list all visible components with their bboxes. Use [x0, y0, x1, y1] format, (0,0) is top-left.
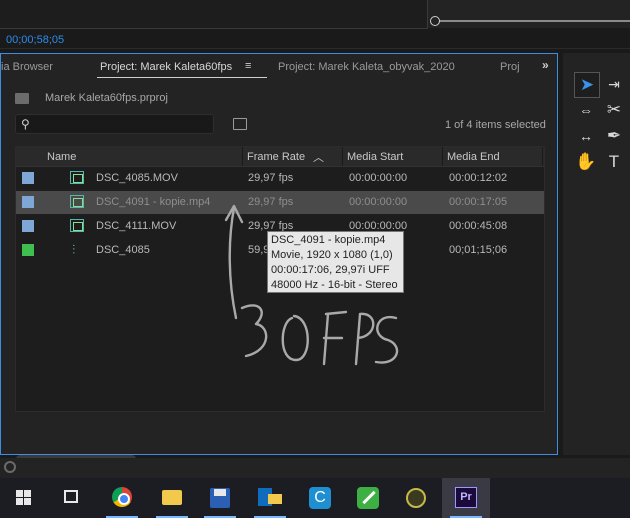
tools-panel: ➤ ⇥ ⇔ ✂ ↔ ✒ ✋ T [563, 53, 630, 455]
video-clip-icon [70, 195, 84, 208]
item-media-end: 00:00:45:08 [449, 220, 508, 232]
item-frame-rate: 29,97 fps [248, 172, 294, 184]
tab-menu-icon[interactable]: ≡ [245, 60, 251, 72]
file-explorer-icon[interactable] [148, 478, 196, 518]
selection-count: 1 of 4 items selected [445, 119, 546, 131]
premiere-pro-icon[interactable]: Pr [442, 478, 490, 518]
timecode-display[interactable]: 00;00;58;05 [6, 34, 64, 46]
program-monitor [0, 0, 428, 29]
panel-tabs: ia Browser Project: Marek Kaleta60fps ≡ … [1, 54, 557, 80]
item-name: DSC_4091 - kopie.mp4 [96, 196, 211, 208]
tooltip-line: DSC_4091 - kopie.mp4 [271, 234, 386, 246]
windows-start-icon[interactable] [0, 478, 48, 518]
task-view-icon[interactable] [48, 478, 96, 518]
column-separator[interactable] [242, 147, 243, 166]
green-app-icon[interactable] [344, 478, 392, 518]
item-media-end: 00:00:17:05 [449, 196, 508, 208]
item-name: DSC_4085 [96, 244, 150, 256]
hand-tool-icon[interactable]: ✋ [574, 150, 598, 174]
find-bin-icon[interactable] [233, 118, 247, 130]
tab-project-more[interactable]: Proj [500, 61, 520, 73]
label-color-swatch[interactable] [22, 196, 34, 208]
item-media-end: 00;01;15;06 [449, 244, 508, 256]
project-file-icon [15, 93, 29, 104]
timeline-ruler[interactable] [434, 20, 630, 22]
tabs-overflow-icon[interactable]: » [542, 58, 549, 72]
list-header: Name Frame Rate ︿ Media Start Media End [16, 147, 544, 167]
video-clip-icon [70, 219, 84, 232]
tab-project-60fps[interactable]: Project: Marek Kaleta60fps [100, 61, 232, 73]
timeline-panel-top [428, 0, 630, 28]
tooltip-line: 48000 Hz - 16-bit - Stereo [271, 279, 398, 291]
item-name: DSC_4111.MOV [96, 220, 177, 232]
tooltip-line: 00:00:17:06, 29,97i UFF [271, 264, 390, 276]
column-name[interactable]: Name [47, 151, 76, 163]
ripple-edit-tool-icon[interactable]: ⇔ [574, 98, 598, 122]
tab-media-browser[interactable]: ia Browser [1, 61, 53, 73]
active-tab-underline [97, 77, 267, 78]
label-color-swatch[interactable] [22, 220, 34, 232]
creative-cloud-icon[interactable] [4, 461, 16, 473]
track-select-tool-icon[interactable]: ⇥ [602, 72, 626, 96]
razor-tool-icon[interactable]: ✂ [602, 98, 626, 122]
column-separator[interactable] [342, 147, 343, 166]
clip-info-tooltip: DSC_4091 - kopie.mp4 Movie, 1920 x 1080 … [267, 231, 404, 293]
tooltip-line: Movie, 1920 x 1080 (1,0) [271, 249, 393, 261]
windows-taskbar: C Pr [0, 478, 630, 518]
panel-divider [0, 48, 630, 49]
selection-tool-icon[interactable]: ➤ [574, 72, 600, 98]
label-color-swatch[interactable] [22, 172, 34, 184]
chrome-icon[interactable] [98, 478, 146, 518]
column-separator[interactable] [542, 147, 543, 166]
column-frame-rate[interactable]: Frame Rate [247, 151, 305, 163]
tab-project-obyvak[interactable]: Project: Marek Kaleta_obyvak_2020 [278, 61, 455, 73]
outlook-icon[interactable] [246, 478, 294, 518]
status-bar [0, 458, 630, 478]
type-tool-icon[interactable]: T [602, 150, 626, 174]
list-item[interactable]: DSC_4085.MOV 29,97 fps 00:00:00:00 00:00… [16, 167, 544, 190]
item-name: DSC_4085.MOV [96, 172, 178, 184]
save-app-icon[interactable] [196, 478, 244, 518]
globe-app-icon[interactable] [392, 478, 440, 518]
ccleaner-icon[interactable]: C [296, 478, 344, 518]
search-icon: ⚲ [21, 117, 30, 131]
label-color-swatch[interactable] [22, 244, 34, 256]
item-media-start: 00:00:00:00 [349, 172, 408, 184]
item-media-end: 00:00:12:02 [449, 172, 508, 184]
search-input[interactable]: ⚲ [15, 114, 214, 134]
column-media-start[interactable]: Media Start [347, 151, 403, 163]
column-separator[interactable] [442, 147, 443, 166]
slip-tool-icon[interactable]: ↔ [574, 124, 598, 148]
video-clip-icon [70, 171, 84, 184]
pen-tool-icon[interactable]: ✒ [602, 124, 626, 148]
project-file-name: Marek Kaleta60fps.prproj [45, 92, 168, 104]
sequence-icon: ⫶ [72, 242, 76, 257]
playhead-handle[interactable] [430, 16, 440, 26]
column-media-end[interactable]: Media End [447, 151, 500, 163]
sort-ascending-icon[interactable]: ︿ [313, 149, 324, 165]
premiere-pro-label: Pr [455, 487, 477, 508]
